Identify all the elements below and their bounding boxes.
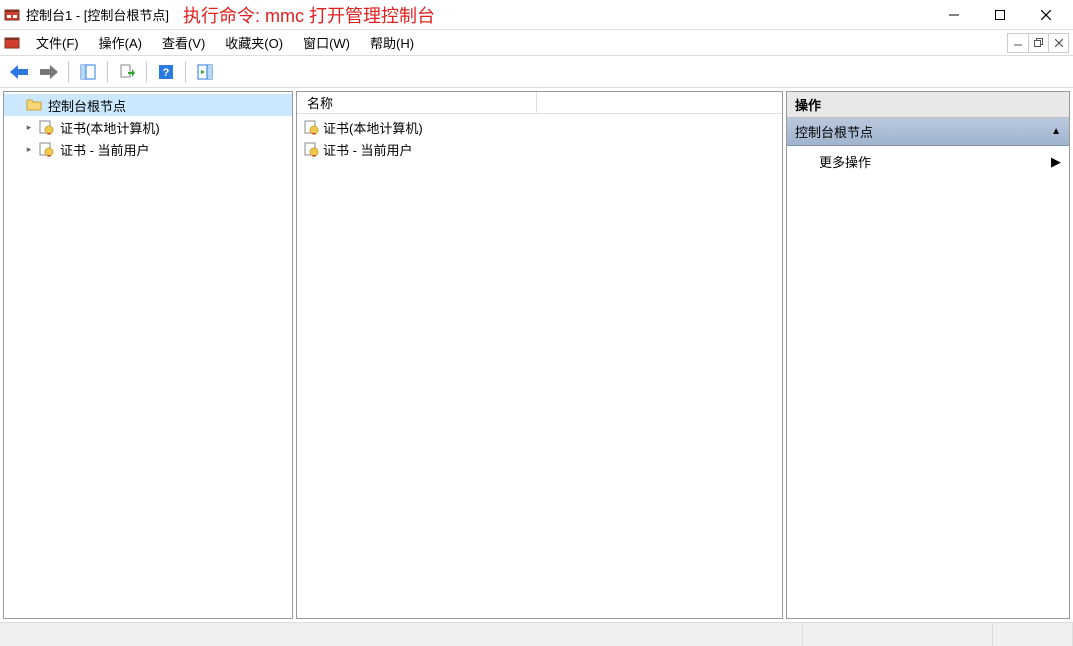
tree-root-label: 控制台根节点	[48, 96, 126, 115]
actions-more-actions[interactable]: 更多操作 ▶	[787, 146, 1069, 177]
tree-item-label: 证书(本地计算机)	[60, 118, 160, 137]
list-header-row: 名称	[297, 92, 782, 114]
certificate-icon	[38, 141, 54, 157]
tree-item-cert-local[interactable]: ▸ 证书(本地计算机)	[4, 116, 292, 138]
list-item-cert-local[interactable]: 证书(本地计算机)	[297, 116, 782, 138]
forward-button[interactable]	[36, 59, 62, 85]
close-button[interactable]	[1023, 0, 1069, 30]
expander-icon[interactable]: ▸	[22, 142, 36, 156]
mdi-restore-button[interactable]	[1028, 34, 1048, 52]
window-title: 控制台1 - [控制台根节点]	[26, 5, 169, 24]
list-pane[interactable]: 名称 证书(本地计算机) 证书 - 当前用户	[296, 91, 783, 619]
menu-file[interactable]: 文件(F)	[28, 31, 87, 54]
column-name-header[interactable]: 名称	[297, 91, 537, 114]
more-actions-label: 更多操作	[819, 152, 871, 171]
menu-help[interactable]: 帮助(H)	[362, 31, 422, 54]
certificate-icon	[303, 119, 319, 135]
toolbar-separator	[68, 61, 69, 83]
svg-text:?: ?	[163, 67, 170, 79]
menu-favorites[interactable]: 收藏夹(O)	[217, 31, 291, 54]
toolbar-separator	[185, 61, 186, 83]
mdi-minimize-button[interactable]	[1008, 34, 1028, 52]
mmc-app-icon	[4, 7, 20, 23]
status-segment	[0, 623, 803, 646]
minimize-button[interactable]	[931, 0, 977, 30]
actions-section-title: 控制台根节点	[795, 122, 873, 141]
toolbar: ?	[0, 56, 1073, 88]
menu-view[interactable]: 查看(V)	[154, 31, 213, 54]
toolbar-separator	[107, 61, 108, 83]
maximize-button[interactable]	[977, 0, 1023, 30]
annotation-text: 执行命令: mmc 打开管理控制台	[183, 2, 435, 28]
expander-icon[interactable]	[10, 98, 24, 112]
folder-icon	[26, 97, 42, 113]
status-segment	[803, 623, 993, 646]
list-item-label: 证书 - 当前用户	[323, 140, 413, 159]
collapse-icon[interactable]: ▲	[1051, 126, 1061, 137]
tree-pane[interactable]: 控制台根节点 ▸ 证书(本地计算机) ▸ 证书 - 当前用户	[3, 91, 293, 619]
status-segment	[993, 623, 1073, 646]
list-item-cert-user[interactable]: 证书 - 当前用户	[297, 138, 782, 160]
tree-item-cert-user[interactable]: ▸ 证书 - 当前用户	[4, 138, 292, 160]
actions-section-header[interactable]: 控制台根节点 ▲	[787, 118, 1069, 146]
actions-pane: 操作 控制台根节点 ▲ 更多操作 ▶	[786, 91, 1070, 619]
back-button[interactable]	[6, 59, 32, 85]
status-bar	[0, 622, 1073, 646]
workspace: 控制台根节点 ▸ 证书(本地计算机) ▸ 证书 - 当前用户 名称	[0, 88, 1073, 622]
export-list-button[interactable]	[114, 59, 140, 85]
certificate-icon	[38, 119, 54, 135]
menu-action[interactable]: 操作(A)	[91, 31, 150, 54]
actions-pane-title: 操作	[787, 92, 1069, 118]
window-controls	[931, 0, 1069, 30]
expander-icon[interactable]: ▸	[22, 120, 36, 134]
help-button[interactable]: ?	[153, 59, 179, 85]
submenu-arrow-icon: ▶	[1051, 154, 1061, 170]
tree-item-label: 证书 - 当前用户	[60, 140, 150, 159]
list-item-label: 证书(本地计算机)	[323, 118, 423, 137]
tree-root-node[interactable]: 控制台根节点	[4, 94, 292, 116]
toolbar-separator	[146, 61, 147, 83]
show-hide-tree-button[interactable]	[75, 59, 101, 85]
menu-window[interactable]: 窗口(W)	[295, 31, 358, 54]
mdi-close-button[interactable]	[1048, 34, 1068, 52]
mdi-controls	[1007, 33, 1069, 53]
console-file-icon	[4, 35, 20, 51]
menu-bar: 文件(F) 操作(A) 查看(V) 收藏夹(O) 窗口(W) 帮助(H)	[0, 30, 1073, 56]
show-hide-action-pane-button[interactable]	[192, 59, 218, 85]
certificate-icon	[303, 141, 319, 157]
title-bar: 控制台1 - [控制台根节点] 执行命令: mmc 打开管理控制台	[0, 0, 1073, 30]
